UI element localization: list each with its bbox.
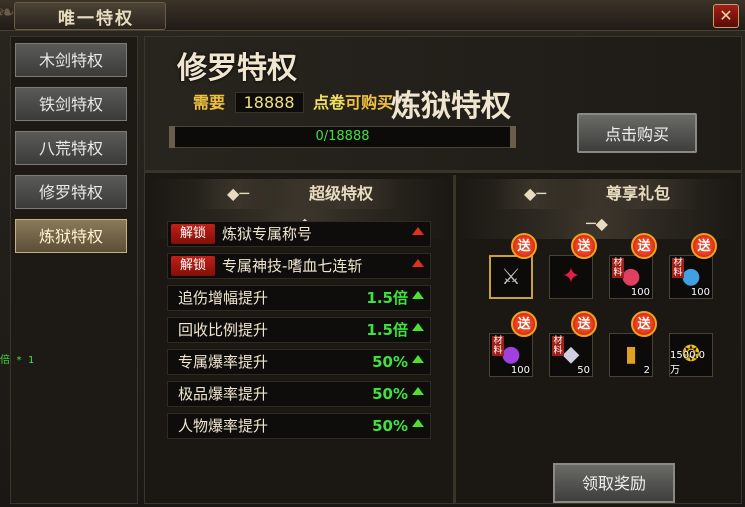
stat-row: 专属爆率提升 50% xyxy=(167,349,431,375)
claim-reward-button[interactable]: 领取奖励 xyxy=(553,463,675,503)
item-count: 2 xyxy=(643,365,650,376)
material-tag: 材料 xyxy=(612,258,624,278)
nav-item-xiuluo[interactable]: 修罗特权 xyxy=(15,175,127,209)
nav-item-bahuang[interactable]: 八荒特权 xyxy=(15,131,127,165)
purchase-area: 修罗特权 需要 18888 点卷可购买 炼狱特权 0/18888 点击购买 xyxy=(145,37,741,170)
green-up-arrow-icon xyxy=(412,291,424,299)
item-count: 100 xyxy=(630,287,650,298)
item-count: 100 xyxy=(690,287,710,298)
gift-badge-icon: 送 xyxy=(691,233,717,259)
red-up-arrow-icon xyxy=(412,259,424,267)
stat-value: 1.5倍 xyxy=(366,289,408,307)
gift-pack-header: ◆─ 尊享礼包 ─◆ xyxy=(457,179,737,239)
nav-item-mujian[interactable]: 木剑特权 xyxy=(15,43,127,77)
unlock-badge: 解锁 xyxy=(171,224,215,244)
stat-label: 追伤增幅提升 xyxy=(178,289,269,307)
stat-value: 50% xyxy=(372,385,408,403)
purchase-progress-bar: 0/18888 xyxy=(169,126,516,148)
gift-badge-icon: 送 xyxy=(571,233,597,259)
window-title: 唯一特权 xyxy=(58,9,134,29)
ornament-left-icon: ◆─ xyxy=(197,179,279,209)
close-icon: ✕ xyxy=(719,6,733,25)
requirement-line: 需要 18888 点卷可购买 xyxy=(193,89,393,113)
privilege-nav: 木剑特权 铁剑特权 八荒特权 修罗特权 炼狱特权 xyxy=(10,36,138,504)
stat-row: 人物爆率提升 50% xyxy=(167,413,431,439)
green-up-arrow-icon xyxy=(412,355,424,363)
super-privilege-section: ◆─ 超级特权 ─◆ 解锁 炼狱专属称号 解锁 专属神技-嗜血七连斩 追伤增幅提… xyxy=(149,175,451,499)
gift-badge-icon: 送 xyxy=(511,311,537,337)
stat-row: 回收比例提升 1.5倍 xyxy=(167,317,431,343)
halberd-icon: ⚔ xyxy=(501,265,521,290)
item-count: 50 xyxy=(577,365,590,376)
gift-item-slot[interactable]: ✦ xyxy=(549,255,593,299)
unlock-row-title: 解锁 炼狱专属称号 xyxy=(167,221,431,247)
need-prefix: 需要 xyxy=(193,93,226,112)
green-up-arrow-icon xyxy=(412,323,424,331)
progress-text: 0/18888 xyxy=(315,129,370,144)
stat-label: 人物爆率提升 xyxy=(178,417,269,435)
gift-item-slot[interactable]: ● 材料 100 xyxy=(489,333,533,377)
material-tag: 材料 xyxy=(552,336,564,356)
stat-label: 回收比例提升 xyxy=(178,321,269,339)
game-window: ❧ 唯一特权 ✕ 木剑特权 铁剑特权 八荒特权 修罗特权 炼狱特权 倍 * 1 … xyxy=(0,0,745,507)
stat-value: 50% xyxy=(372,353,408,371)
stat-label: 极品爆率提升 xyxy=(178,385,269,403)
stat-row: 极品爆率提升 50% xyxy=(167,381,431,407)
target-privilege-title: 炼狱特权 xyxy=(391,89,511,124)
gift-item-slot[interactable]: ● 材料 100 xyxy=(609,255,653,299)
need-amount: 18888 xyxy=(234,92,304,113)
stat-value: 1.5倍 xyxy=(366,321,408,339)
item-count: 1500.0万 xyxy=(670,350,705,376)
super-privilege-header: ◆─ 超级特权 ─◆ xyxy=(149,179,451,239)
gift-item-slot[interactable]: ⚔ xyxy=(489,255,533,299)
buy-button[interactable]: 点击购买 xyxy=(577,113,697,153)
stat-row: 追伤增幅提升 1.5倍 xyxy=(167,285,431,311)
stat-value: 50% xyxy=(372,417,408,435)
material-tag: 材料 xyxy=(492,336,504,356)
main-panel: 修罗特权 需要 18888 点卷可购买 炼狱特权 0/18888 点击购买 ◆─… xyxy=(144,36,742,504)
gift-badge-icon: 送 xyxy=(631,233,657,259)
material-tag: 材料 xyxy=(672,258,684,278)
need-suffix: 可购买 xyxy=(345,93,394,112)
need-currency: 点卷 xyxy=(313,93,346,112)
green-up-arrow-icon xyxy=(412,387,424,395)
divider xyxy=(145,170,741,173)
title-bar: ❧ 唯一特权 ✕ xyxy=(0,0,745,31)
gift-item-slot[interactable]: ❂ 1500.0万 xyxy=(669,333,713,377)
unlock-badge: 解锁 xyxy=(171,256,215,276)
super-privilege-title: 超级特权 xyxy=(278,179,403,209)
gift-badge-icon: 送 xyxy=(571,311,597,337)
stat-label: 专属爆率提升 xyxy=(178,353,269,371)
green-up-arrow-icon xyxy=(412,419,424,427)
ornament-right-icon: ─◆ xyxy=(556,209,638,239)
current-privilege-title: 修罗特权 xyxy=(177,51,297,86)
unlock-row-skill: 解锁 专属神技-嗜血七连斩 xyxy=(167,253,431,279)
ornament-left-icon: ◆─ xyxy=(494,179,576,209)
gift-pack-section: ◆─ 尊享礼包 ─◆ ⚔ 送 ✦ 送 ● 材料 100 送 ● 材料 100 送 ● 材料 100 送 ◆ 材料 5… xyxy=(457,175,737,503)
nav-item-lianyu[interactable]: 炼狱特权 xyxy=(15,219,127,253)
red-up-arrow-icon xyxy=(412,227,424,235)
gift-item-slot[interactable]: ◆ 材料 50 xyxy=(549,333,593,377)
gift-badge-icon: 送 xyxy=(511,233,537,259)
close-button[interactable]: ✕ xyxy=(713,4,739,28)
gift-item-slot[interactable]: ▮ 2 xyxy=(609,333,653,377)
nav-item-tiejian[interactable]: 铁剑特权 xyxy=(15,87,127,121)
unlock-row-label: 专属神技-嗜血七连斩 xyxy=(222,257,363,275)
item-count: 100 xyxy=(510,365,530,376)
gift-pack-title: 尊享礼包 xyxy=(575,179,700,209)
debug-text: 倍 * 1 xyxy=(0,355,35,366)
gift-item-slot[interactable]: ● 材料 100 xyxy=(669,255,713,299)
unlock-row-label: 炼狱专属称号 xyxy=(222,225,313,243)
gift-badge-icon: 送 xyxy=(631,311,657,337)
red-gem-icon: ✦ xyxy=(561,264,581,289)
divider-vertical xyxy=(453,175,456,503)
